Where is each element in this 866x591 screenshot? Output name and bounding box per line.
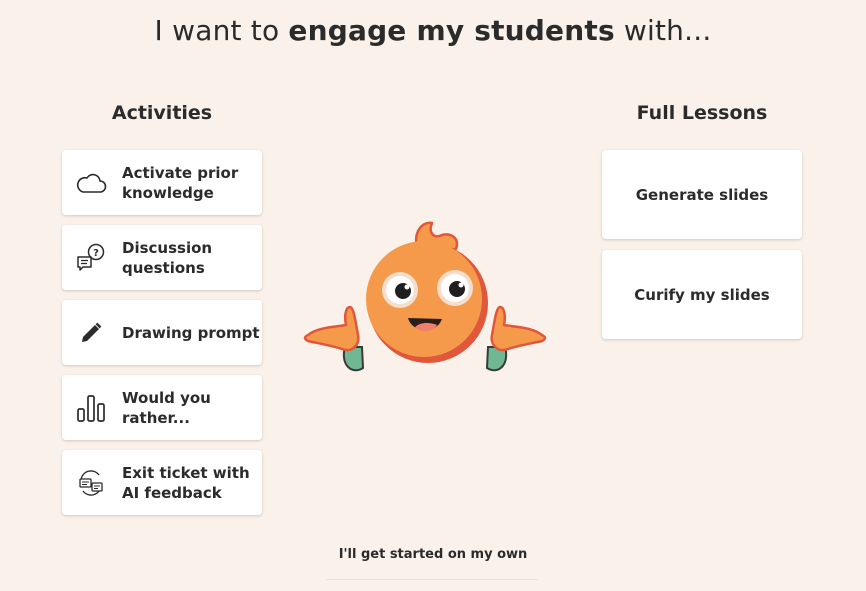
- bar-chart-icon: [75, 392, 107, 424]
- activity-label: Exit ticket with AI feedback: [122, 463, 250, 502]
- mascot-illustration: [303, 221, 547, 372]
- activity-card-would-you-rather[interactable]: Would you rather...: [62, 375, 262, 440]
- activity-label: Activate prior knowledge: [122, 163, 239, 202]
- footer-divider: [326, 579, 538, 580]
- generate-slides-button[interactable]: Generate slides: [602, 150, 802, 239]
- mascot-left-arm: [303, 305, 365, 372]
- title-pre: I want to: [154, 14, 289, 47]
- activity-label: Drawing prompt: [122, 323, 260, 342]
- pencil-icon: [75, 317, 107, 349]
- svg-text:?: ?: [93, 248, 99, 259]
- feedback-loop-icon: [75, 467, 107, 499]
- activity-card-exit-ticket[interactable]: Exit ticket with AI feedback: [62, 450, 262, 515]
- page-title: I want to engage my students with...: [0, 14, 866, 47]
- curify-slides-button[interactable]: Curify my slides: [602, 250, 802, 339]
- title-post: with...: [614, 14, 712, 47]
- activity-label: Would you rather...: [122, 388, 211, 427]
- activities-heading: Activities: [111, 102, 213, 124]
- activity-card-discussion-questions[interactable]: ? Discussion questions: [62, 225, 262, 290]
- get-started-own-link[interactable]: I'll get started on my own: [0, 547, 866, 562]
- activity-card-activate-prior-knowledge[interactable]: Activate prior knowledge: [62, 150, 262, 215]
- chat-question-icon: ?: [75, 242, 107, 274]
- mascot-right-arm: [485, 305, 547, 372]
- activity-card-drawing-prompt[interactable]: Drawing prompt: [62, 300, 262, 365]
- full-lessons-heading: Full Lessons: [636, 102, 768, 124]
- title-bold: engage my students: [288, 14, 615, 47]
- cloud-icon: [75, 167, 107, 199]
- activity-label: Discussion questions: [122, 238, 213, 277]
